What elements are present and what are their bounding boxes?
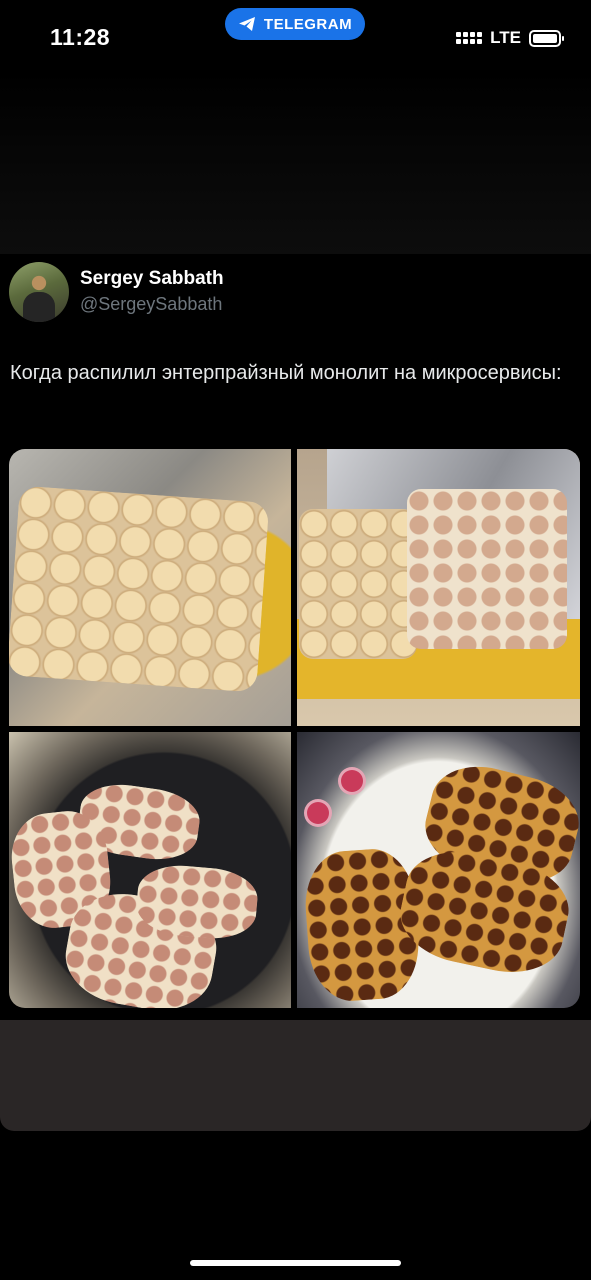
signal-icon xyxy=(456,32,483,44)
telegram-return-pill[interactable]: TELEGRAM xyxy=(225,8,365,40)
status-time: 11:28 xyxy=(50,24,111,50)
photo-grid xyxy=(9,449,580,1008)
photo-sawn-block[interactable] xyxy=(297,449,580,726)
tweet-text: Когда распилил энтерпрайзный монолит на … xyxy=(10,362,562,384)
network-label: LTE xyxy=(490,28,521,47)
status-bar: 11:28 TELEGRAM LTE xyxy=(0,0,591,70)
photo-frying-pan[interactable] xyxy=(9,732,291,1008)
avatar[interactable] xyxy=(9,262,69,322)
app-pill-label: TELEGRAM xyxy=(263,15,353,33)
top-backdrop xyxy=(0,70,591,254)
telegram-plane-icon xyxy=(238,17,255,31)
battery-icon xyxy=(529,29,564,47)
home-indicator[interactable] xyxy=(190,1260,401,1266)
tweet-card: Sergey Sabbath @SergeySabbath Когда расп… xyxy=(0,254,591,1020)
status-right: LTE xyxy=(456,28,564,48)
author-name[interactable]: Sergey Sabbath xyxy=(80,268,224,290)
photo-frozen-block[interactable] xyxy=(9,449,291,726)
tweet-footer xyxy=(0,1020,591,1131)
photo-fried-on-plate[interactable] xyxy=(297,732,580,1008)
author-handle[interactable]: @SergeySabbath xyxy=(80,294,222,315)
